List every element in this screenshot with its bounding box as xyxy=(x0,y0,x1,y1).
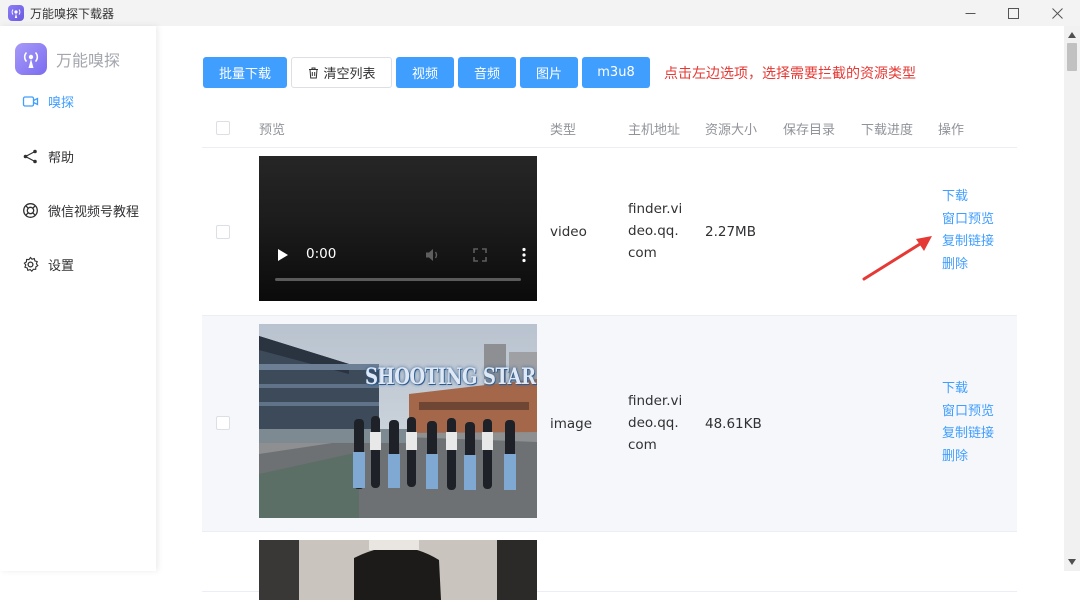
row-actions: 下载 窗口预览 复制链接 删除 xyxy=(942,378,994,468)
video-progress-bar[interactable] xyxy=(275,278,521,281)
maximize-icon xyxy=(1007,7,1019,19)
clear-list-button[interactable]: 清空列表 xyxy=(291,57,392,88)
copy-link-link[interactable]: 复制链接 xyxy=(942,423,994,446)
window-preview-link[interactable]: 窗口预览 xyxy=(942,401,994,424)
header-progress: 下载进度 xyxy=(861,123,914,138)
volume-icon[interactable] xyxy=(425,247,441,263)
play-icon[interactable] xyxy=(277,249,289,261)
table-row: SHOOTING STAR image finder.vi deo.qq. co… xyxy=(202,316,1017,532)
video-time: 0:00 xyxy=(306,246,337,262)
sidebar-item-label: 嗅探 xyxy=(48,96,75,111)
host-line: com xyxy=(628,437,657,453)
hint-text: 点击左边选项，选择需要拦截的资源类型 xyxy=(664,65,916,82)
minimize-button[interactable] xyxy=(947,0,993,26)
header-type: 类型 xyxy=(550,123,577,138)
row-checkbox[interactable] xyxy=(216,416,230,430)
filter-image-button[interactable]: 图片 xyxy=(520,57,578,88)
scroll-up-arrow-icon[interactable] xyxy=(1068,32,1076,38)
header-actions: 操作 xyxy=(938,123,965,138)
host-line: finder.vi xyxy=(628,393,683,409)
brand-name: 万能嗅探 xyxy=(56,51,121,70)
maximize-button[interactable] xyxy=(990,0,1036,26)
host-line: finder.vi xyxy=(628,201,683,217)
annotation-arrow-icon xyxy=(862,236,932,281)
header-size: 资源大小 xyxy=(705,123,758,138)
window-preview-link[interactable]: 窗口预览 xyxy=(942,209,994,232)
close-icon xyxy=(1051,7,1063,19)
sidebar: 万能嗅探 嗅探 帮助 微信视频号教程 设置 xyxy=(0,26,156,571)
select-all-checkbox[interactable] xyxy=(216,121,230,135)
filter-audio-button[interactable]: 音频 xyxy=(458,57,516,88)
row-actions: 下载 窗口预览 复制链接 删除 xyxy=(942,186,994,276)
main-content: 批量下载 清空列表 视频 音频 图片 m3u8 点击左边选项，选择需要拦截的资源… xyxy=(156,26,1064,600)
sidebar-item-wechat-tutorial[interactable]: 微信视频号教程 xyxy=(22,201,139,220)
sidebar-item-label: 设置 xyxy=(48,259,75,274)
resource-type: image xyxy=(550,416,593,432)
header-save-dir: 保存目录 xyxy=(783,123,836,138)
gear-icon xyxy=(23,256,39,273)
brand: 万能嗅探 xyxy=(15,43,120,75)
delete-link[interactable]: 删除 xyxy=(942,254,994,277)
lifebuoy-icon xyxy=(23,203,38,218)
download-link[interactable]: 下载 xyxy=(942,186,994,209)
table-header: 预览 类型 主机地址 资源大小 保存目录 下载进度 操作 xyxy=(202,106,1017,148)
host-line: com xyxy=(628,245,657,261)
app-icon xyxy=(8,5,24,21)
toolbar: 批量下载 清空列表 视频 音频 图片 m3u8 点击左边选项，选择需要拦截的资源… xyxy=(203,57,916,88)
video-camera-icon xyxy=(22,96,39,107)
host-line: deo.qq. xyxy=(628,415,679,431)
close-button[interactable] xyxy=(1034,0,1080,26)
filter-video-button[interactable]: 视频 xyxy=(396,57,454,88)
more-options-icon[interactable] xyxy=(521,247,527,263)
header-host: 主机地址 xyxy=(628,123,681,138)
filter-m3u8-button[interactable]: m3u8 xyxy=(582,57,650,88)
sidebar-item-sniff[interactable]: 嗅探 xyxy=(22,92,74,111)
resource-table: 预览 类型 主机地址 资源大小 保存目录 下载进度 操作 0:00 video … xyxy=(202,106,1017,600)
scroll-thumb[interactable] xyxy=(1067,43,1077,71)
delete-link[interactable]: 删除 xyxy=(942,446,994,469)
sidebar-item-label: 帮助 xyxy=(48,151,75,166)
resource-size: 2.27MB xyxy=(705,224,756,240)
image-preview[interactable]: SHOOTING STAR xyxy=(259,324,537,518)
batch-download-button[interactable]: 批量下载 xyxy=(203,57,287,88)
resource-host: finder.vi deo.qq. com xyxy=(628,390,682,456)
row-checkbox[interactable] xyxy=(216,225,230,239)
download-link[interactable]: 下载 xyxy=(942,378,994,401)
vertical-scrollbar[interactable] xyxy=(1064,26,1080,571)
clear-list-label: 清空列表 xyxy=(323,67,376,82)
resource-host: finder.vi deo.qq. com xyxy=(628,198,682,264)
thumb-title-text: SHOOTING STAR xyxy=(365,364,536,390)
trash-icon xyxy=(309,67,319,79)
share-icon xyxy=(23,149,37,164)
title-bar: 万能嗅探下载器 xyxy=(0,0,1080,26)
header-preview: 预览 xyxy=(259,123,286,138)
sidebar-item-help[interactable]: 帮助 xyxy=(22,147,74,166)
sidebar-item-label: 微信视频号教程 xyxy=(48,205,140,220)
sidebar-item-settings[interactable]: 设置 xyxy=(22,255,74,274)
scroll-down-arrow-icon[interactable] xyxy=(1068,559,1076,565)
video-preview[interactable]: 0:00 xyxy=(259,156,537,301)
window-title: 万能嗅探下载器 xyxy=(30,6,115,21)
minimize-icon xyxy=(965,12,975,14)
copy-link-link[interactable]: 复制链接 xyxy=(942,231,994,254)
resource-type: video xyxy=(550,224,587,240)
fullscreen-icon[interactable] xyxy=(473,248,487,262)
table-row xyxy=(202,532,1017,600)
image-preview[interactable] xyxy=(259,540,537,600)
host-line: deo.qq. xyxy=(628,223,679,239)
resource-size: 48.61KB xyxy=(705,416,762,432)
brand-logo-icon xyxy=(15,43,47,75)
